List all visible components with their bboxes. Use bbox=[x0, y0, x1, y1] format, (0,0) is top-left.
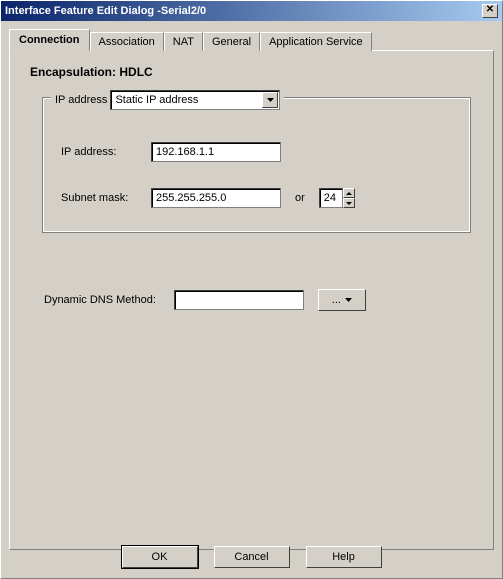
tab-label: Association bbox=[99, 36, 155, 48]
ok-button[interactable]: OK bbox=[122, 546, 198, 568]
dynamic-dns-row: Dynamic DNS Method: ... bbox=[44, 289, 475, 311]
titlebar: Interface Feature Edit Dialog -Serial2/0… bbox=[1, 1, 502, 21]
window-title: Interface Feature Edit Dialog -Serial2/0 bbox=[5, 1, 206, 21]
tab-connection[interactable]: Connection bbox=[9, 29, 90, 51]
help-button[interactable]: Help bbox=[306, 546, 382, 568]
dynamic-dns-label: Dynamic DNS Method: bbox=[44, 294, 156, 306]
tab-panel-connection: Encapsulation: HDLC IP address Static IP… bbox=[9, 50, 494, 550]
prefix-spin-down[interactable] bbox=[343, 198, 355, 208]
tab-label: Connection bbox=[19, 34, 80, 46]
tab-nat[interactable]: NAT bbox=[164, 32, 203, 51]
close-button[interactable]: ✕ bbox=[482, 4, 498, 18]
chevron-down-icon bbox=[346, 202, 352, 205]
menu-down-icon bbox=[345, 298, 352, 302]
client-area: Connection Association NAT General Appli… bbox=[1, 21, 502, 578]
subnet-mask-label: Subnet mask: bbox=[61, 192, 151, 204]
ip-mode-selected: Static IP address bbox=[115, 94, 198, 106]
prefix-input[interactable] bbox=[319, 188, 343, 208]
dialog-button-row: OK Cancel Help bbox=[1, 546, 502, 568]
ip-mode-select[interactable]: Static IP address bbox=[110, 90, 280, 110]
menu-button-label: ... bbox=[332, 294, 341, 306]
tab-label: Application Service bbox=[269, 36, 363, 48]
ip-address-group: IP address Static IP address IP address: bbox=[42, 97, 471, 233]
tab-strip: Connection Association NAT General Appli… bbox=[9, 29, 494, 50]
tab-association[interactable]: Association bbox=[90, 32, 164, 51]
subnet-mask-input[interactable] bbox=[151, 188, 281, 208]
close-icon: ✕ bbox=[486, 4, 494, 15]
ip-address-label: IP address: bbox=[61, 146, 151, 158]
tab-label: NAT bbox=[173, 36, 194, 48]
tab-application-service[interactable]: Application Service bbox=[260, 32, 372, 51]
tab-general[interactable]: General bbox=[203, 32, 260, 51]
dynamic-dns-input[interactable] bbox=[174, 290, 304, 310]
or-label: or bbox=[295, 192, 305, 204]
prefix-spinner bbox=[319, 188, 355, 208]
tab-label: General bbox=[212, 36, 251, 48]
ip-address-row: IP address: bbox=[61, 142, 452, 162]
ip-address-input[interactable] bbox=[151, 142, 281, 162]
encapsulation-line: Encapsulation: HDLC bbox=[30, 65, 475, 79]
cancel-button[interactable]: Cancel bbox=[214, 546, 290, 568]
ip-group-legend: IP address Static IP address bbox=[51, 90, 284, 110]
dialog-window: Interface Feature Edit Dialog -Serial2/0… bbox=[0, 0, 503, 579]
button-label: OK bbox=[152, 551, 168, 563]
button-label: Cancel bbox=[234, 551, 268, 563]
button-label: Help bbox=[332, 551, 355, 563]
encapsulation-label: Encapsulation: bbox=[30, 65, 116, 79]
subnet-mask-row: Subnet mask: or bbox=[61, 188, 452, 208]
ip-group-legend-text: IP address bbox=[55, 94, 107, 106]
chevron-up-icon bbox=[346, 192, 352, 195]
prefix-spin-up[interactable] bbox=[343, 188, 355, 198]
dropdown-arrow-icon bbox=[262, 92, 278, 108]
encapsulation-value: HDLC bbox=[119, 65, 152, 79]
dynamic-dns-menu-button[interactable]: ... bbox=[318, 289, 366, 311]
